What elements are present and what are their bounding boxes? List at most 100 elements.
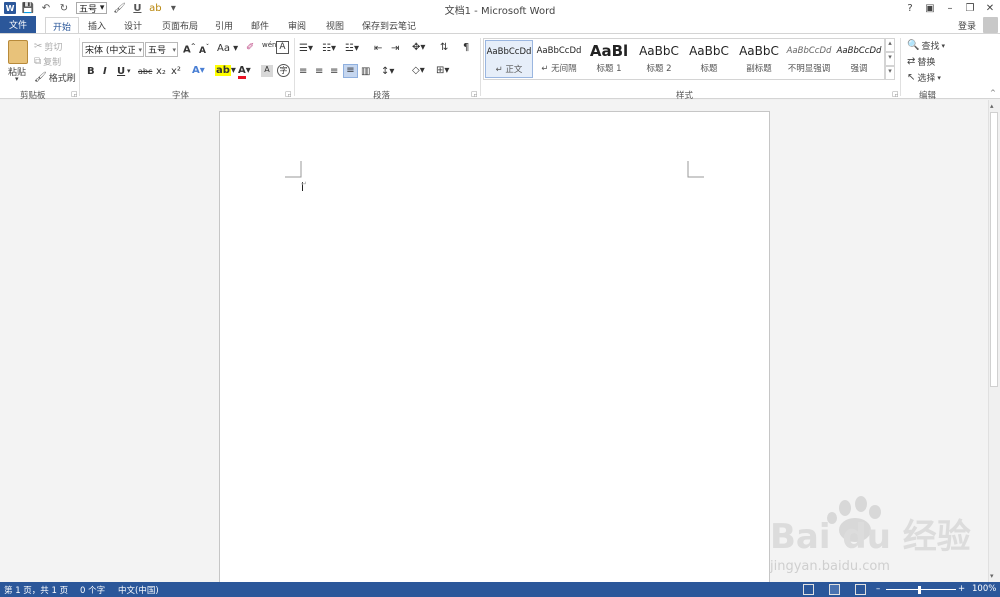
style-subtle-emphasis[interactable]: AaBbCcDd 不明显强调 xyxy=(785,40,833,78)
text-effects-icon[interactable]: A▾ xyxy=(192,65,205,76)
style-heading-1[interactable]: AaBl 标题 1 xyxy=(585,40,633,78)
help-button[interactable]: ? xyxy=(900,0,920,16)
italic-button[interactable]: I xyxy=(103,66,107,77)
phonetic-guide-button[interactable]: wén xyxy=(262,41,276,49)
multilevel-list-icon[interactable]: ☳▾ xyxy=(345,43,359,54)
enclose-char-icon[interactable]: 字 xyxy=(277,64,290,77)
tab-insert[interactable]: 插入 xyxy=(84,17,110,33)
align-center-icon[interactable]: ≡ xyxy=(315,66,323,77)
login-link[interactable]: 登录 xyxy=(958,19,976,32)
char-shading-icon[interactable]: A xyxy=(261,65,273,77)
web-layout-icon[interactable] xyxy=(855,584,866,595)
print-layout-icon[interactable] xyxy=(829,584,840,595)
decrease-indent-icon[interactable]: ⇤ xyxy=(374,43,382,54)
style-no-spacing[interactable]: AaBbCcDd ↵ 无间隔 xyxy=(535,40,583,78)
replace-icon: ⇄ xyxy=(907,56,916,67)
show-marks-icon[interactable]: ¶ xyxy=(463,42,469,53)
language-status[interactable]: 中文(中国) xyxy=(118,584,159,596)
shading-icon[interactable]: ◇▾ xyxy=(412,65,425,76)
subscript-button[interactable]: x₂ xyxy=(156,66,166,77)
underline-button[interactable]: U xyxy=(117,66,125,77)
tab-home[interactable]: 开始 xyxy=(45,17,79,34)
font-name-combo[interactable]: 宋体 (中文正文)▾ xyxy=(82,42,144,57)
minimize-button[interactable]: – xyxy=(940,0,960,16)
tab-review[interactable]: 审阅 xyxy=(284,17,310,33)
close-button[interactable]: ✕ xyxy=(980,0,1000,16)
style-heading-2[interactable]: AaBbC 标题 2 xyxy=(635,40,683,78)
distributed-icon[interactable]: ▥ xyxy=(361,66,370,77)
justify-icon[interactable]: ≡ xyxy=(343,64,358,78)
ribbon-display-button[interactable]: ▣ xyxy=(920,0,940,16)
window-title: 文档1 - Microsoft Word xyxy=(444,6,556,17)
style-name: 标题 2 xyxy=(646,64,672,74)
styles-launcher-icon[interactable]: ◲ xyxy=(892,90,899,98)
tab-view[interactable]: 视图 xyxy=(322,17,348,33)
select-label: 选择 xyxy=(917,74,936,84)
align-left-icon[interactable]: ≡ xyxy=(299,66,307,77)
paste-dropdown-icon[interactable]: ▾ xyxy=(15,75,19,83)
line-spacing-icon[interactable]: ↕▾ xyxy=(381,66,394,77)
tab-references[interactable]: 引用 xyxy=(211,17,237,33)
highlight-color-button[interactable]: ab▾ xyxy=(215,65,236,76)
styles-scroll-up-icon[interactable]: ▴ xyxy=(885,38,895,52)
font-color-button[interactable]: A▾ xyxy=(238,65,251,79)
sort-icon[interactable]: ⇅ xyxy=(440,42,448,53)
clipboard-launcher-icon[interactable]: ◲ xyxy=(71,90,78,98)
char-border-icon[interactable]: A xyxy=(276,41,289,54)
style-subtitle[interactable]: AaBbC 副标题 xyxy=(735,40,783,78)
copy-button[interactable]: ⧉ 复制 xyxy=(34,55,61,68)
scroll-up-icon[interactable]: ▴ xyxy=(990,102,994,110)
strikethrough-button[interactable]: abc xyxy=(138,67,152,76)
font-color-label: A xyxy=(238,65,246,79)
tab-design[interactable]: 设计 xyxy=(120,17,146,33)
watermark-brand: Bai du 经验 xyxy=(770,517,971,557)
borders-icon[interactable]: ⊞▾ xyxy=(436,65,449,76)
word-count[interactable]: 0 个字 xyxy=(80,584,105,596)
cut-button[interactable]: ✂ 剪切 xyxy=(34,40,62,53)
align-right-icon[interactable]: ≡ xyxy=(330,66,338,77)
avatar[interactable] xyxy=(983,17,998,33)
zoom-slider-thumb[interactable] xyxy=(918,586,921,594)
read-mode-icon[interactable] xyxy=(803,584,814,595)
font-launcher-icon[interactable]: ◲ xyxy=(285,90,292,98)
replace-label: 替换 xyxy=(917,58,936,68)
grow-font-button[interactable]: A^ xyxy=(183,43,196,55)
tab-page-layout[interactable]: 页面布局 xyxy=(158,17,202,33)
change-case-button[interactable]: Aa ▾ xyxy=(217,43,238,54)
underline-dropdown-icon[interactable]: ▾ xyxy=(127,67,131,75)
bullets-icon[interactable]: ☰▾ xyxy=(299,43,313,54)
scroll-down-icon[interactable]: ▾ xyxy=(990,572,994,580)
chinese-layout-icon[interactable]: ✥▾ xyxy=(412,42,425,53)
style-emphasis[interactable]: AaBbCcDd 强调 xyxy=(835,40,883,78)
clear-format-icon[interactable]: ✐ xyxy=(246,42,254,53)
shrink-font-button[interactable]: Aˇ xyxy=(199,44,209,56)
chevron-down-icon: ▾ xyxy=(941,41,945,50)
collapse-ribbon-icon[interactable]: ^ xyxy=(990,89,996,97)
chevron-down-icon: ▾ xyxy=(172,45,176,54)
styles-more-icon[interactable]: ▾ xyxy=(885,66,895,80)
font-size-combo[interactable]: 五号 ▾ xyxy=(145,42,178,57)
zoom-slider[interactable] xyxy=(886,589,956,590)
paragraph-launcher-icon[interactable]: ◲ xyxy=(471,90,478,98)
numbering-icon[interactable]: ☷▾ xyxy=(322,43,336,54)
tab-save-to-cloud-notes[interactable]: 保存到云笔记 xyxy=(358,17,420,33)
zoom-level[interactable]: 100% xyxy=(972,584,996,594)
superscript-button[interactable]: x² xyxy=(171,66,181,77)
tab-mailings[interactable]: 邮件 xyxy=(247,17,273,33)
select-button[interactable]: ↖ 选择 ▾ xyxy=(907,71,941,84)
format-painter-button[interactable]: 🖌 格式刷 xyxy=(34,71,76,84)
styles-scroll-down-icon[interactable]: ▾ xyxy=(885,52,895,66)
increase-indent-icon[interactable]: ⇥ xyxy=(391,43,399,54)
scrollbar-thumb[interactable] xyxy=(990,112,998,387)
replace-button[interactable]: ⇄ 替换 xyxy=(907,55,935,68)
paste-clipboard-icon[interactable] xyxy=(8,40,28,64)
zoom-in-button[interactable]: + xyxy=(958,584,965,594)
bold-button[interactable]: B xyxy=(87,66,95,77)
zoom-out-button[interactable]: – xyxy=(876,584,880,594)
style-normal[interactable]: AaBbCcDd ↵ 正文 xyxy=(485,40,533,78)
restore-button[interactable]: ❐ xyxy=(960,0,980,16)
page-count[interactable]: 第 1 页，共 1 页 xyxy=(4,584,68,596)
find-button[interactable]: 🔍 查找 ▾ xyxy=(907,39,945,52)
style-title[interactable]: AaBbC 标题 xyxy=(685,40,733,78)
tab-file[interactable]: 文件 xyxy=(0,16,36,33)
